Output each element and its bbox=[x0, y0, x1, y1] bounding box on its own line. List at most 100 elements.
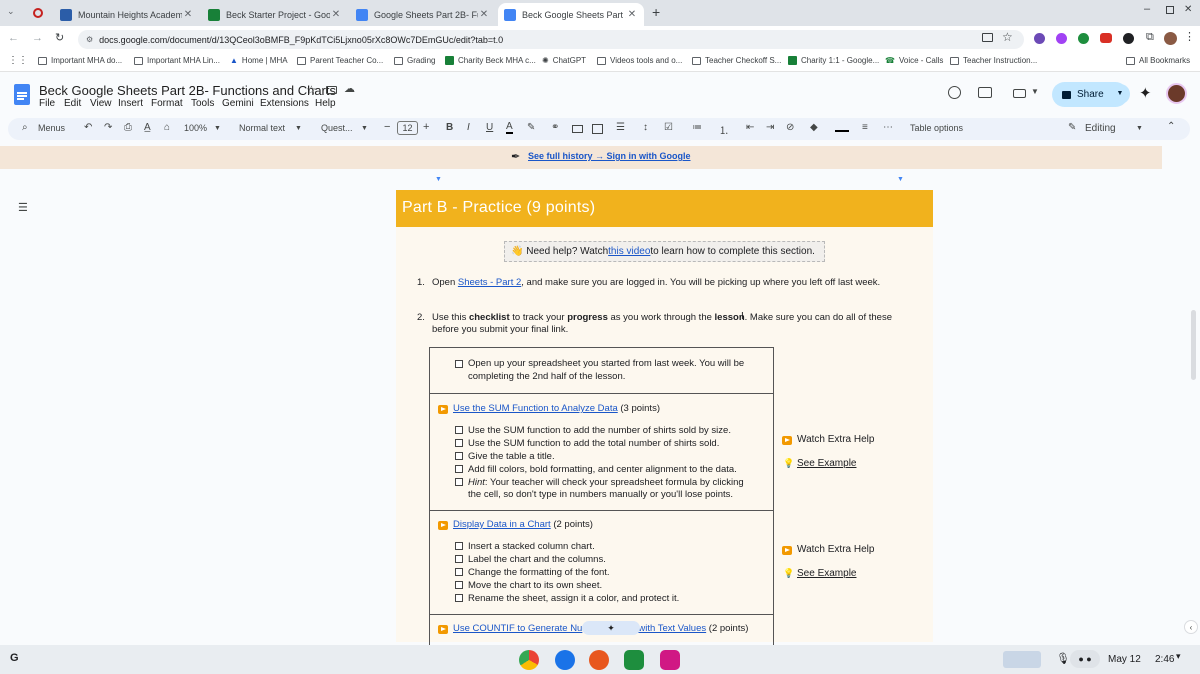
site-info-icon[interactable]: ⚙ bbox=[86, 35, 93, 44]
style-select[interactable]: Normal text bbox=[239, 123, 285, 133]
bookmark-item[interactable]: Teacher Checkoff S... bbox=[692, 56, 781, 65]
checkbox[interactable] bbox=[455, 478, 463, 486]
bookmark-item[interactable]: ☎ Voice - Calls bbox=[885, 56, 943, 65]
checkbox[interactable] bbox=[455, 542, 463, 550]
watch-extra-help-link[interactable]: Watch Extra Help bbox=[797, 434, 874, 445]
bullet-list-icon[interactable]: ≔ bbox=[692, 122, 702, 133]
launcher-icon[interactable]: G bbox=[10, 652, 19, 664]
border-color-icon[interactable] bbox=[835, 123, 849, 132]
all-bookmarks[interactable]: All Bookmarks bbox=[1126, 56, 1190, 65]
font-select[interactable]: Quest... bbox=[321, 123, 353, 133]
maximize-icon[interactable] bbox=[1166, 6, 1174, 14]
italic-icon[interactable]: I bbox=[467, 122, 470, 133]
menu-tools[interactable]: Tools bbox=[191, 98, 214, 109]
ruler-left-marker-icon[interactable]: ▼ bbox=[435, 176, 442, 183]
menu-format[interactable]: Format bbox=[151, 98, 183, 109]
search-menus-icon[interactable]: ⌕ bbox=[22, 122, 28, 133]
countif-link-end[interactable]: with Text Values bbox=[638, 623, 706, 634]
tab-beck-starter[interactable]: Beck Starter Project - Google Sh ✕ bbox=[202, 3, 348, 26]
undo-icon[interactable]: ↶ bbox=[84, 122, 92, 133]
menu-extensions[interactable]: Extensions bbox=[260, 98, 309, 109]
tab-mountain-heights[interactable]: Mountain Heights Academy - C ✕ bbox=[54, 3, 200, 26]
increase-indent-icon[interactable]: ⇥ bbox=[766, 122, 774, 133]
ruler-right-marker-icon[interactable]: ▼ bbox=[897, 176, 904, 183]
app-icon-orange[interactable] bbox=[589, 650, 609, 670]
share-dropdown-icon[interactable]: ▼ bbox=[1110, 84, 1130, 104]
spellcheck-icon[interactable]: A̲ bbox=[144, 122, 151, 133]
table-options-button[interactable]: Table options bbox=[910, 123, 963, 133]
see-example-link[interactable]: See Example bbox=[797, 568, 856, 579]
checkbox[interactable] bbox=[455, 426, 463, 434]
document-title[interactable]: Beck Google Sheets Part 2B- Functions an… bbox=[39, 83, 336, 98]
comments-icon[interactable] bbox=[978, 87, 992, 98]
menus-search[interactable]: Menus bbox=[38, 123, 65, 133]
tray-status-icons[interactable]: ● ● bbox=[1070, 650, 1100, 668]
checkbox[interactable] bbox=[455, 555, 463, 563]
gemini-float-button[interactable]: ✦ bbox=[582, 621, 640, 635]
bookmark-item[interactable]: Parent Teacher Co... bbox=[297, 56, 383, 65]
outline-icon[interactable]: ☰ bbox=[18, 201, 28, 214]
checkbox[interactable] bbox=[455, 360, 463, 368]
bookmark-item[interactable]: Grading bbox=[394, 56, 435, 65]
menu-file[interactable]: File bbox=[39, 98, 55, 109]
menu-insert[interactable]: Insert bbox=[118, 98, 143, 109]
app-icon-pink[interactable] bbox=[660, 650, 680, 670]
comment-add-icon[interactable] bbox=[572, 125, 583, 133]
font-size-input[interactable]: 12 bbox=[397, 121, 418, 135]
close-tab-icon[interactable]: ✕ bbox=[478, 9, 490, 20]
watch-extra-help-link[interactable]: Watch Extra Help bbox=[797, 544, 874, 555]
collapse-toolbar-icon[interactable]: ⌃ bbox=[1167, 121, 1175, 132]
tab-search-icon[interactable]: ⌄ bbox=[7, 6, 15, 17]
align-icon[interactable]: ☰ bbox=[616, 122, 625, 133]
menu-edit[interactable]: Edit bbox=[64, 98, 81, 109]
install-app-icon[interactable] bbox=[982, 33, 993, 42]
editing-mode[interactable]: Editing bbox=[1085, 123, 1116, 134]
side-panel-toggle-icon[interactable]: ‹ bbox=[1184, 620, 1198, 634]
extension-icon-1[interactable] bbox=[1034, 33, 1045, 44]
sheets-part2-link[interactable]: Sheets - Part 2 bbox=[458, 277, 521, 288]
profile-avatar[interactable] bbox=[1164, 32, 1177, 45]
image-icon[interactable] bbox=[592, 124, 603, 134]
fill-color-icon[interactable]: ◆ bbox=[810, 122, 818, 133]
decrease-font-icon[interactable]: − bbox=[384, 121, 390, 133]
phone-icon[interactable] bbox=[555, 650, 575, 670]
classroom-icon[interactable] bbox=[624, 650, 644, 670]
reload-icon[interactable]: ↻ bbox=[55, 31, 64, 44]
address-bar[interactable]: ⚙ docs.google.com/document/d/13QCeol3oBM… bbox=[78, 30, 1024, 49]
meet-icon[interactable] bbox=[1013, 89, 1026, 98]
close-tab-icon[interactable]: ✕ bbox=[626, 9, 638, 20]
checkbox[interactable] bbox=[455, 581, 463, 589]
print-icon[interactable]: ⎙ bbox=[124, 122, 132, 133]
microphone-icon[interactable]: 🎙 bbox=[1056, 652, 1070, 665]
bookmark-item[interactable]: Videos tools and o... bbox=[597, 56, 682, 65]
browser-menu-icon[interactable]: ⋮ bbox=[1184, 30, 1195, 43]
recording-icon[interactable] bbox=[33, 8, 43, 18]
chrome-icon[interactable] bbox=[519, 650, 539, 670]
bookmark-item[interactable]: Charity 1:1 - Google... bbox=[788, 56, 879, 65]
extension-icon-4[interactable] bbox=[1100, 33, 1112, 43]
bookmark-item[interactable]: ✺ ChatGPT bbox=[542, 56, 586, 65]
new-tab-button[interactable]: + bbox=[652, 4, 660, 20]
close-tab-icon[interactable]: ✕ bbox=[182, 9, 194, 20]
menu-gemini[interactable]: Gemini bbox=[222, 98, 254, 109]
forward-icon[interactable]: → bbox=[32, 32, 43, 44]
help-video-link[interactable]: this video bbox=[608, 246, 650, 257]
see-example-link[interactable]: See Example bbox=[797, 458, 856, 469]
bookmark-item[interactable]: ▲ Home | MHA bbox=[230, 56, 288, 65]
redo-icon[interactable]: ↷ bbox=[104, 122, 112, 133]
date-display[interactable]: May 12 bbox=[1108, 654, 1141, 665]
close-tab-icon[interactable]: ✕ bbox=[330, 9, 342, 20]
paint-format-icon[interactable]: ⌂ bbox=[164, 122, 170, 133]
checkbox[interactable] bbox=[455, 594, 463, 602]
wifi-icon[interactable]: ▾ bbox=[1176, 651, 1181, 662]
account-avatar[interactable] bbox=[1166, 83, 1187, 104]
extensions-puzzle-icon[interactable]: ⧉ bbox=[1146, 31, 1154, 44]
bookmark-item[interactable]: Charity Beck MHA c... bbox=[445, 56, 536, 65]
countif-link[interactable]: Use COUNTIF to Generate Nu bbox=[453, 623, 582, 634]
apps-grid-icon[interactable]: ⋮⋮ bbox=[8, 55, 28, 66]
gemini-icon[interactable]: ✦ bbox=[1139, 84, 1152, 102]
cloud-status-icon[interactable]: ☁ bbox=[344, 82, 355, 95]
tab-beck-google-sheets[interactable]: Beck Google Sheets Part 2B- Fu ✕ bbox=[498, 3, 644, 26]
sign-in-link[interactable]: See full history → Sign in with Google bbox=[528, 151, 691, 161]
border-dash-icon[interactable]: ⋯ bbox=[883, 122, 893, 133]
